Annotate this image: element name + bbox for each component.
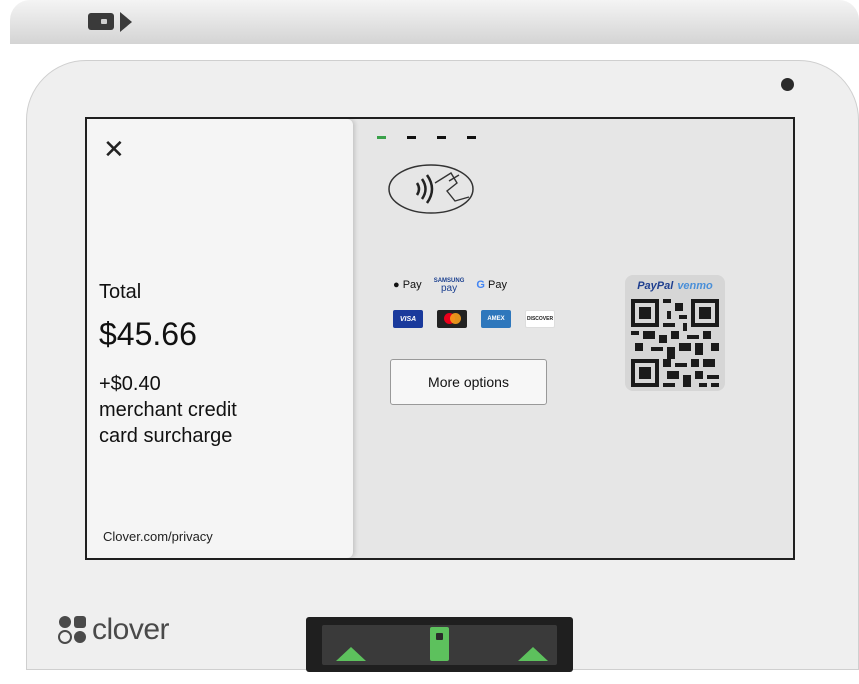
- clover-leaf-icon: [58, 616, 86, 644]
- amex-logo: AMEX: [481, 310, 511, 328]
- surcharge-line: card surcharge: [99, 425, 233, 447]
- total-label: Total: [99, 281, 142, 303]
- qr-brand: PayPal venmo: [625, 280, 725, 292]
- card-reader-insert: [322, 625, 557, 665]
- surcharge-line: +$0.40: [99, 373, 161, 395]
- apple-pay-logo: ● Pay: [393, 279, 422, 291]
- paypal-venmo-qr-card[interactable]: PayPal venmo: [625, 275, 725, 391]
- contactless-tap-icon: [388, 164, 474, 214]
- progress-step: [437, 136, 446, 139]
- qr-code-icon: [631, 299, 719, 387]
- wallet-logos: ● Pay SAMSUNG pay G Pay: [393, 278, 507, 294]
- card-reader-slot: [306, 617, 573, 672]
- progress-step: [377, 136, 386, 139]
- samsung-pay-logo: SAMSUNG pay: [434, 278, 465, 294]
- clover-logo: clover: [58, 613, 170, 647]
- google-pay-logo: G Pay: [476, 279, 507, 291]
- brand-text: clover: [92, 613, 170, 646]
- samsung-pay-label: pay: [440, 283, 458, 294]
- visa-logo: VISA: [393, 310, 423, 328]
- device-top-bezel: [10, 0, 859, 44]
- close-button[interactable]: ✕: [103, 136, 127, 162]
- discover-logo: DISCOVER: [525, 310, 555, 328]
- more-options-button[interactable]: More options: [390, 359, 547, 405]
- progress-step: [407, 136, 416, 139]
- arrow-right-icon: [120, 12, 132, 32]
- paypal-label: PayPal: [637, 280, 674, 292]
- privacy-link[interactable]: Clover.com/privacy: [103, 529, 213, 544]
- card-slot-icon: [88, 13, 114, 30]
- surcharge-line: merchant credit: [99, 399, 237, 421]
- google-g-icon: G: [476, 279, 485, 291]
- progress-indicator: [377, 136, 476, 139]
- surcharge-text: +$0.40 merchant credit card surcharge: [99, 371, 237, 449]
- camera-icon: [781, 78, 794, 91]
- screen: ✕ Total $45.66 +$0.40 merchant credit ca…: [85, 117, 795, 560]
- card-logos: VISA AMEX DISCOVER: [393, 310, 555, 328]
- total-amount: $45.66: [99, 316, 197, 352]
- google-pay-label: Pay: [487, 279, 507, 291]
- chip-card-icon: [430, 627, 449, 661]
- mastercard-logo: [437, 310, 467, 328]
- arrow-up-icon: [336, 647, 366, 661]
- progress-step: [467, 136, 476, 139]
- order-summary-panel: ✕ Total $45.66 +$0.40 merchant credit ca…: [87, 119, 353, 558]
- apple-icon: ●: [393, 279, 400, 291]
- arrow-up-icon: [518, 647, 548, 661]
- venmo-label: venmo: [677, 280, 713, 292]
- apple-pay-label: Pay: [402, 279, 422, 291]
